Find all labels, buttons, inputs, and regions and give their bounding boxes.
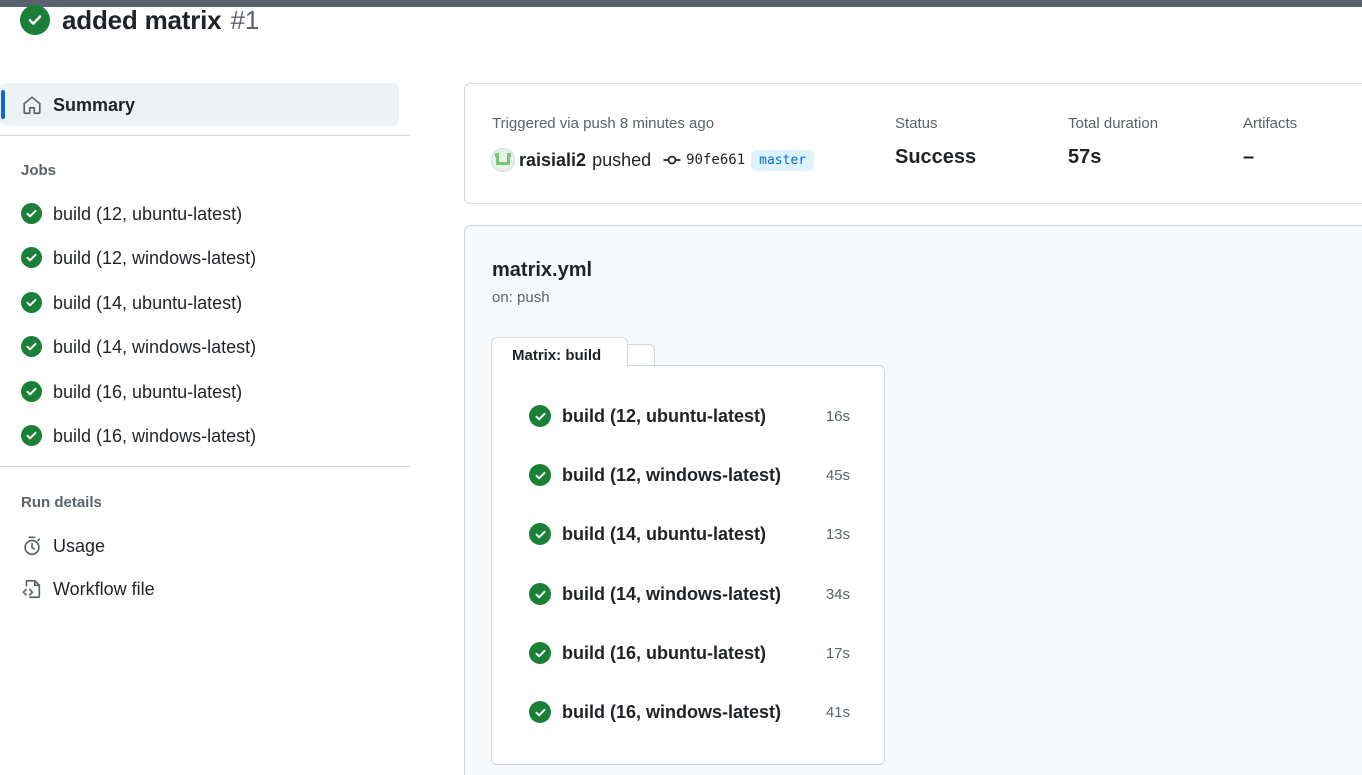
job-label: build (12, windows-latest) [53,248,257,268]
jobs-heading: Jobs [21,162,57,179]
sidebar-job-item[interactable]: build (16, windows-latest) [0,421,410,451]
success-check-icon [529,642,551,664]
run-details-heading: Run details [21,494,102,511]
success-check-icon [529,405,551,427]
matrix-job-label: build (12, windows-latest) [562,465,782,485]
home-icon [21,94,43,121]
matrix-tab[interactable]: Matrix: build [491,337,628,367]
matrix-job-item[interactable]: build (12, ubuntu-latest) 16s [528,403,858,431]
success-check-icon [21,203,42,224]
matrix-tab-label: Matrix: build [512,347,602,364]
matrix-job-duration: 13s [825,526,850,543]
matrix-job-label: build (14, windows-latest) [562,584,782,604]
workflow-trigger: on: push [492,289,550,306]
duration-label: Total duration [1068,115,1159,132]
artifacts-value: – [1243,146,1255,168]
active-indicator [1,90,5,119]
job-label: build (16, ubuntu-latest) [53,382,243,402]
actor-row: raisiali2 pushed 90fe661 master [491,146,815,174]
run-summary-card: Triggered via push 8 minutes ago raisial… [464,83,1362,204]
matrix-job-duration: 17s [825,645,850,662]
matrix-job-label: build (16, ubuntu-latest) [562,643,766,663]
matrix-job-item[interactable]: build (14, ubuntu-latest) 13s [528,521,858,549]
status-stat: Status Success [895,115,976,169]
workflow-file-label: Workflow file [53,579,155,599]
trigger-text: Triggered via push 8 minutes ago [492,115,715,132]
success-check-icon [21,292,42,313]
success-check-icon [21,381,42,402]
matrix-job-duration: 45s [825,467,850,484]
sidebar-job-item[interactable]: build (12, ubuntu-latest) [0,199,410,229]
workflow-name: matrix.yml [492,259,593,281]
sidebar-item-usage[interactable]: Usage [0,531,410,561]
matrix-job-label: build (12, ubuntu-latest) [562,406,766,426]
matrix-job-item[interactable]: build (14, windows-latest) 34s [528,581,858,609]
matrix-box: build (12, ubuntu-latest) 16s build (12,… [491,365,885,765]
sidebar-job-item[interactable]: build (14, windows-latest) [0,332,410,362]
job-label: build (14, ubuntu-latest) [53,293,243,313]
workflow-graph: matrix.yml on: push Matrix: build build … [464,225,1362,775]
matrix-job-duration: 34s [825,586,850,603]
divider [0,135,410,136]
success-check-icon [20,5,50,35]
divider [0,466,410,467]
job-label: build (14, windows-latest) [53,337,257,357]
run-number: #1 [230,4,260,35]
status-label: Status [895,115,938,132]
success-check-icon [21,247,42,268]
success-check-icon [21,425,42,446]
commit-sha-link[interactable]: 90fe661 [686,152,745,168]
sidebar-job-item[interactable]: build (12, windows-latest) [0,243,410,273]
file-code-icon [21,578,43,605]
success-check-icon [529,464,551,486]
avatar[interactable] [491,148,515,172]
action-text: pushed [592,149,652,170]
matrix-job-duration: 41s [825,704,850,721]
success-check-icon [529,701,551,723]
matrix-job-item[interactable]: build (16, ubuntu-latest) 17s [528,640,858,668]
matrix-job-item[interactable]: build (16, windows-latest) 41s [528,699,858,727]
success-check-icon [21,336,42,357]
success-check-icon [529,583,551,605]
sidebar-job-item[interactable]: build (16, ubuntu-latest) [0,377,410,407]
sidebar-item-workflow-file[interactable]: Workflow file [0,574,410,604]
duration-value: 57s [1068,146,1102,168]
matrix-job-label: build (14, ubuntu-latest) [562,524,766,544]
matrix-job-item[interactable]: build (12, windows-latest) 45s [528,462,858,490]
success-check-icon [529,523,551,545]
sidebar-item-summary[interactable]: Summary [0,83,399,126]
page-title: added matrix [62,4,222,35]
page-header: added matrix #1 [20,5,259,35]
job-label: build (12, ubuntu-latest) [53,204,243,224]
stopwatch-icon [21,535,43,562]
matrix-job-label: build (16, windows-latest) [562,702,782,722]
job-label: build (16, windows-latest) [53,426,257,446]
actor-link[interactable]: raisiali2 [519,150,586,171]
duration-stat: Total duration 57s [1068,115,1158,169]
matrix-job-duration: 16s [825,408,850,425]
git-commit-icon [663,153,681,167]
sidebar-job-item[interactable]: build (14, ubuntu-latest) [0,288,410,318]
branch-badge[interactable]: master [751,149,815,171]
sidebar-item-label: Summary [53,95,136,115]
artifacts-stat: Artifacts – [1243,115,1297,169]
status-value: Success [895,146,977,168]
artifacts-label: Artifacts [1243,115,1298,132]
usage-label: Usage [53,536,106,556]
